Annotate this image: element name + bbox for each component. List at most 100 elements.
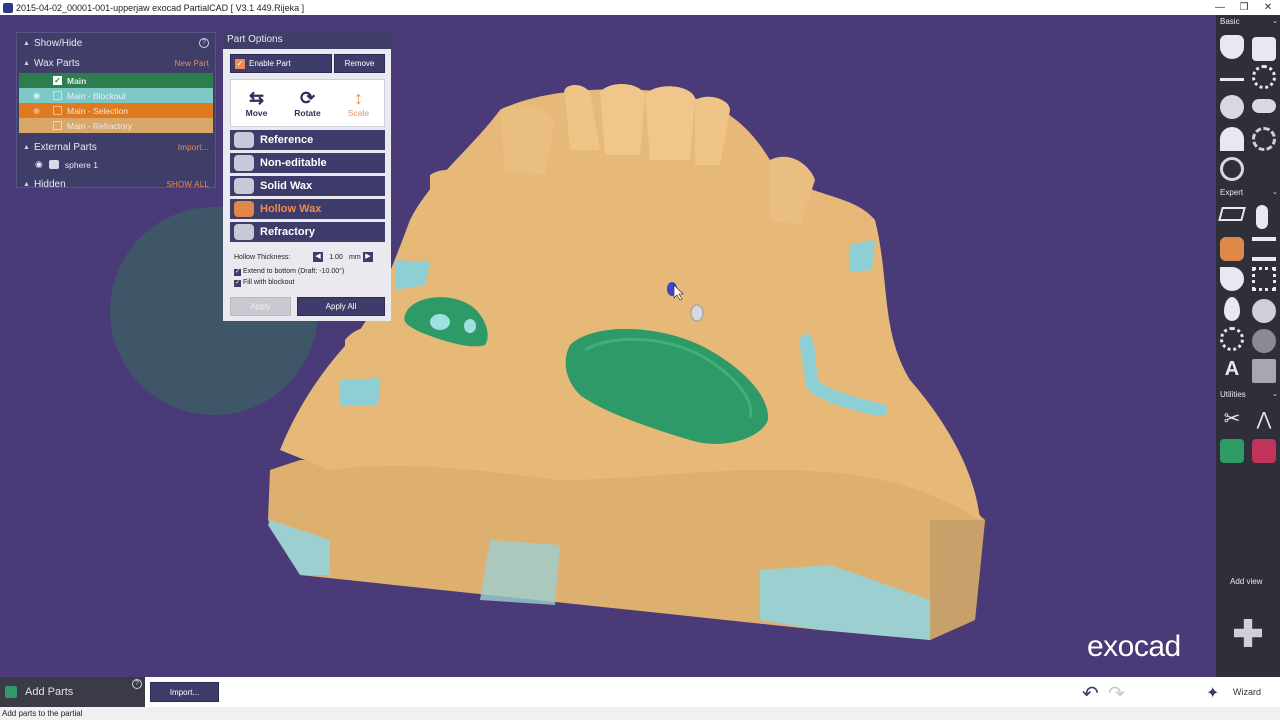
water-drop-icon[interactable] — [1224, 297, 1240, 321]
bottom-bar: Add Parts ? Import... ↶ ↷ ✦ Wizard — [0, 677, 1280, 707]
visibility-checkbox[interactable] — [53, 121, 62, 130]
freeform-tool-icon[interactable] — [1252, 65, 1276, 89]
probe-tool-icon[interactable] — [1256, 205, 1268, 229]
help-icon[interactable]: ? — [199, 38, 209, 48]
section-label: Expert — [1220, 188, 1244, 197]
part-thumbnail-icon — [48, 160, 59, 169]
wax-part-label: Main - Blockout — [67, 90, 126, 101]
help-icon[interactable]: ? — [132, 679, 142, 689]
rotate-label: Rotate — [294, 108, 321, 118]
curve-tool-icon[interactable] — [1220, 67, 1244, 81]
app-icon — [3, 2, 13, 13]
window-title: 2015-04-02_00001-001-upperjaw exocad Par… — [16, 2, 305, 13]
show-hide-header[interactable]: ▲ Show/Hide ? — [17, 33, 215, 53]
reference-icon — [234, 132, 254, 148]
texture-tool-icon[interactable] — [1252, 267, 1276, 291]
chevron-down-icon: ⌄ — [1272, 18, 1278, 25]
external-parts-header[interactable]: ▲ External Parts Import... — [17, 137, 215, 157]
mode-hollow-wax[interactable]: Hollow Wax — [230, 199, 385, 220]
fill-with-blockout-checkbox[interactable]: ✓ Fill with blockout — [234, 279, 294, 287]
add-parts-step[interactable]: Add Parts ? — [0, 677, 145, 707]
part-options-title: Part Options — [223, 31, 391, 49]
section-expert[interactable]: Expert ⌄ — [1220, 188, 1278, 197]
decrease-icon[interactable]: ◀ — [313, 252, 323, 262]
remove-button[interactable]: Remove — [334, 54, 385, 73]
sphere-tool-icon[interactable] — [1252, 299, 1276, 323]
smooth-tool-icon[interactable] — [1220, 95, 1244, 119]
view-cube-icon[interactable] — [1234, 619, 1262, 647]
mode-reference[interactable]: Reference — [230, 130, 385, 151]
mode-solid-wax[interactable]: Solid Wax — [230, 176, 385, 197]
section-utilities[interactable]: Utilities ⌄ — [1220, 390, 1278, 399]
shade-tool-icon[interactable] — [1252, 329, 1276, 353]
parts-panel: ▲ Show/Hide ? ▲ Wax Parts New Part ✓ Mai… — [16, 32, 216, 190]
wax-part-item[interactable]: ✓ Main — [19, 73, 213, 88]
move-button[interactable]: ⇆ Move — [231, 80, 282, 126]
plane-cut-tool-icon[interactable] — [1218, 207, 1246, 221]
visibility-checkbox[interactable] — [53, 91, 62, 100]
mode-non-editable[interactable]: Non-editable — [230, 153, 385, 174]
wax-part-item[interactable]: ◉ Main - Blockout — [19, 88, 213, 103]
blob-tool-icon[interactable] — [1252, 99, 1276, 113]
magic-wand-icon[interactable]: ✦ — [1206, 683, 1219, 703]
circle-dots-tool-icon[interactable] — [1220, 327, 1244, 351]
scale-button[interactable]: ↕ Scale — [333, 80, 384, 126]
add-wax-tool-icon[interactable] — [1220, 35, 1244, 59]
close-icon[interactable]: ✕ — [1256, 2, 1280, 13]
mode-label: Reference — [260, 134, 314, 146]
redo-icon[interactable]: ↷ — [1108, 681, 1125, 706]
merge-red-tool-icon[interactable] — [1252, 439, 1276, 463]
visibility-checkbox[interactable]: ✓ — [53, 76, 62, 85]
layers-tool-icon[interactable] — [1252, 237, 1276, 261]
hollow-thickness-label: Hollow Thickness: — [234, 253, 291, 261]
new-part-link[interactable]: New Part — [175, 59, 210, 68]
text-tool-icon[interactable]: A — [1220, 357, 1244, 381]
maximize-icon[interactable]: ❐ — [1232, 2, 1256, 13]
checkbox-icon: ✓ — [235, 58, 245, 69]
wizard-button[interactable]: Wizard — [1233, 687, 1261, 697]
title-bar: 2015-04-02_00001-001-upperjaw exocad Par… — [0, 0, 1280, 15]
add-parts-icon — [5, 686, 17, 698]
apply-button[interactable]: Apply — [230, 297, 291, 316]
external-part-item[interactable]: ◉ sphere 1 — [17, 157, 215, 172]
extend-to-bottom-checkbox[interactable]: ✓ Extend to bottom (Draft: -10.00°) — [234, 268, 344, 276]
enable-part-toggle[interactable]: ✓ Enable Part — [230, 54, 332, 73]
chevron-down-icon: ⌄ — [1272, 391, 1278, 398]
increase-icon[interactable]: ▶ — [363, 252, 373, 262]
exocad-logo: exocad — [1087, 630, 1181, 663]
bridge-tool-icon[interactable]: ⋀ — [1252, 407, 1276, 431]
hollow-thickness-input[interactable]: 1.00 — [323, 254, 349, 261]
eye-icon[interactable]: ◉ — [35, 159, 43, 170]
undo-icon[interactable]: ↶ — [1082, 681, 1099, 706]
wax-part-item[interactable]: Main - Refractory — [19, 118, 213, 133]
section-basic[interactable]: Basic ⌄ — [1220, 17, 1278, 26]
drop-wax-tool-icon[interactable] — [1220, 267, 1244, 291]
external-parts-label: External Parts — [33, 141, 97, 153]
snapshot-tool-icon[interactable] — [1252, 37, 1276, 61]
show-all-link[interactable]: SHOW ALL — [166, 180, 209, 189]
visibility-checkbox[interactable] — [53, 106, 62, 115]
eye-hidden-icon[interactable]: ◉ — [33, 106, 45, 115]
wax-parts-header[interactable]: ▲ Wax Parts New Part — [17, 53, 215, 73]
emboss-tool-icon[interactable] — [1252, 359, 1276, 383]
hidden-header[interactable]: ▲ Hidden SHOW ALL — [17, 174, 215, 194]
add-view-label[interactable]: Add view — [1230, 577, 1262, 586]
checkbox-icon: ✓ — [234, 280, 241, 287]
import-link[interactable]: Import... — [178, 143, 209, 152]
rotate-arrows-icon: ⟳ — [299, 88, 316, 108]
mesh-tool-icon[interactable] — [1252, 127, 1276, 151]
scissors-icon[interactable]: ✂ — [1220, 407, 1244, 431]
minimize-icon[interactable]: — — [1208, 2, 1232, 13]
wax-knife-tool-icon[interactable] — [1220, 237, 1244, 261]
tooth-tool-icon[interactable] — [1220, 127, 1244, 151]
wax-part-item[interactable]: ◉ Main - Selection — [19, 103, 213, 118]
merge-green-tool-icon[interactable] — [1220, 439, 1244, 463]
rotate-button[interactable]: ⟳ Rotate — [282, 80, 333, 126]
collapse-caret-icon: ▲ — [23, 59, 30, 67]
apply-all-button[interactable]: Apply All — [297, 297, 385, 316]
move-label: Move — [245, 108, 268, 118]
mode-refractory[interactable]: Refractory — [230, 222, 385, 243]
eye-icon[interactable]: ◉ — [33, 91, 45, 100]
import-button[interactable]: Import... — [150, 682, 219, 702]
clasp-tool-icon[interactable] — [1220, 157, 1244, 181]
